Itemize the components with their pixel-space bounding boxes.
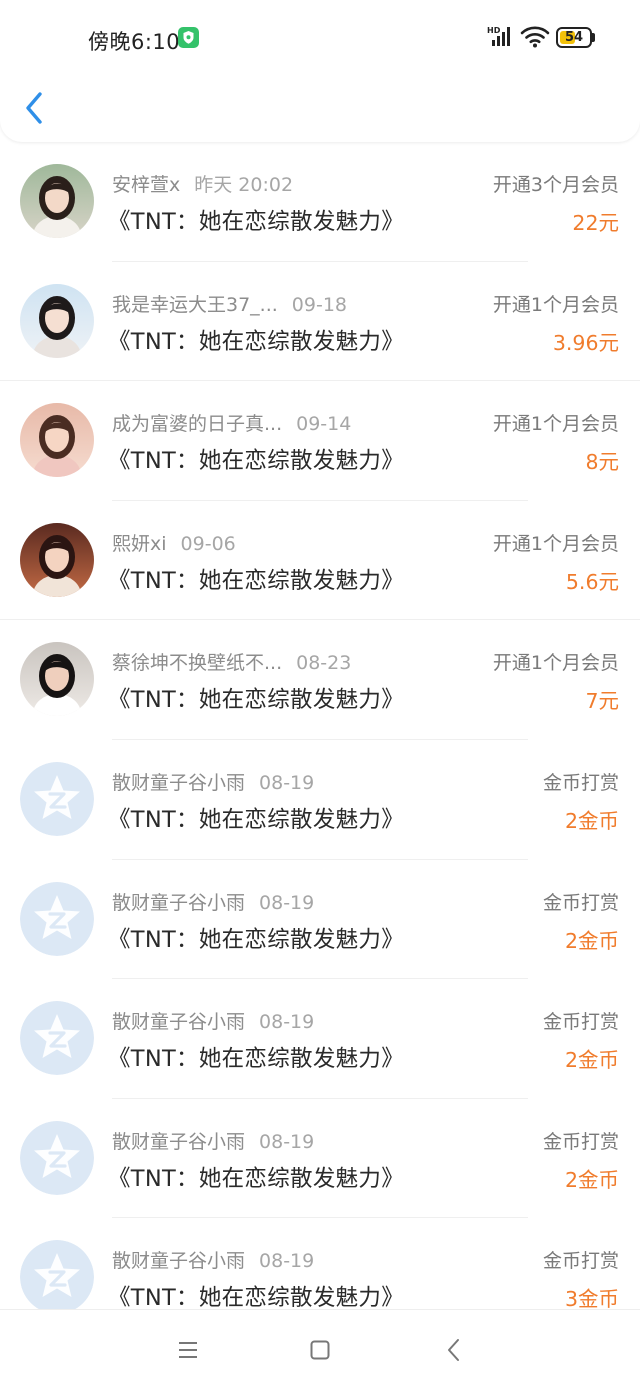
list-item[interactable]: 我是幸运大王37_... 09-18 《TNT：她在恋综散发魅力》 开通1个月会员 3.… <box>0 262 640 382</box>
purchase-amount: 2金币 <box>564 928 619 953</box>
purchase-type: 金币打赏 <box>542 1011 619 1034</box>
battery-tip <box>592 33 595 42</box>
book-title: 《TNT：她在恋综散发魅力》 <box>108 687 405 714</box>
book-title: 《TNT：她在恋综散发魅力》 <box>108 1046 405 1073</box>
user-name: 安梓萱x <box>112 174 181 196</box>
user-name: 散财童子谷小雨 <box>112 1250 246 1273</box>
record-date: 09-06 <box>180 532 236 555</box>
purchase-type: 开通3个月会员 <box>492 174 619 196</box>
record-meta: 我是幸运大王37_... 09-18 <box>112 290 347 317</box>
chevron-left-icon <box>26 92 42 124</box>
record-meta: 散财童子谷小雨 08-19 <box>112 1127 314 1154</box>
user-name: 散财童子谷小雨 <box>112 1011 246 1034</box>
purchase-amount: 7元 <box>585 689 619 714</box>
list-item[interactable]: 熙妍xi 09-06 《TNT：她在恋综散发魅力》 开通1个月会员 5.6元 <box>0 501 640 621</box>
record-date: 昨天 20:02 <box>194 174 294 196</box>
book-title: 《TNT：她在恋综散发魅力》 <box>108 448 405 475</box>
purchase-amount: 3金币 <box>564 1287 619 1312</box>
record-meta: 熙妍xi 09-06 <box>112 529 236 556</box>
default-avatar-icon[interactable] <box>20 1001 94 1076</box>
back-triangle-icon <box>448 1339 459 1361</box>
shield-icon <box>178 27 199 48</box>
record-meta: 安梓萱x 昨天 20:02 <box>112 170 293 197</box>
record-meta: 散财童子谷小雨 08-19 <box>112 1246 314 1273</box>
purchase-amount: 3.96元 <box>552 330 619 355</box>
purchase-record-list: 安梓萱x 昨天 20:02 《TNT：她在恋综散发魅力》 开通3个月会员 22元我是幸运… <box>0 142 640 1338</box>
menu-button[interactable] <box>172 1334 204 1366</box>
system-nav-bar <box>0 1309 640 1388</box>
user-name: 我是幸运大王37_... <box>112 293 278 316</box>
purchase-type: 金币打赏 <box>542 1130 619 1153</box>
record-date: 08-19 <box>259 771 315 794</box>
purchase-amount: 8元 <box>585 450 619 475</box>
user-name: 蔡徐坤不换壁纸不... <box>112 652 283 675</box>
purchase-amount: 2金币 <box>564 1048 619 1073</box>
user-name: 熙妍xi <box>112 532 167 555</box>
top-header: 傍晚6:10 HD 54 <box>0 0 640 142</box>
menu-icon <box>179 1342 197 1358</box>
signal-icon: HD <box>486 24 516 48</box>
book-title: 《TNT：她在恋综散发魅力》 <box>108 806 405 833</box>
record-date: 08-19 <box>259 1130 315 1153</box>
default-avatar-icon[interactable] <box>20 1240 94 1315</box>
network-type-label: HD <box>487 26 501 35</box>
list-item[interactable]: 散财童子谷小雨 08-19 《TNT：她在恋综散发魅力》 金币打赏 2金币 <box>0 740 640 860</box>
status-bar: 傍晚6:10 HD 54 <box>0 0 640 76</box>
list-item[interactable]: 安梓萱x 昨天 20:02 《TNT：她在恋综散发魅力》 开通3个月会员 22元 <box>0 142 640 262</box>
record-date: 09-18 <box>291 293 348 316</box>
purchase-type: 金币打赏 <box>542 891 619 914</box>
record-date: 09-14 <box>296 413 352 436</box>
battery-icon: 54 <box>556 27 592 48</box>
record-meta: 蔡徐坤不换壁纸不... 08-23 <box>112 648 351 675</box>
book-title: 《TNT：她在恋综散发魅力》 <box>108 926 405 953</box>
purchase-amount: 22元 <box>572 211 619 235</box>
default-avatar-icon[interactable] <box>20 1120 94 1195</box>
wifi-icon <box>520 25 550 49</box>
purchase-amount: 2金币 <box>564 808 619 833</box>
purchase-type: 金币打赏 <box>542 1250 619 1273</box>
system-back-button[interactable] <box>438 1334 470 1366</box>
list-item[interactable]: 散财童子谷小雨 08-19 《TNT：她在恋综散发魅力》 金币打赏 2金币 <box>0 1099 640 1219</box>
purchase-type: 开通1个月会员 <box>492 532 619 555</box>
record-meta: 散财童子谷小雨 08-19 <box>112 1007 314 1034</box>
avatar[interactable] <box>20 283 94 358</box>
record-date: 08-19 <box>259 891 315 914</box>
record-date: 08-23 <box>296 652 352 675</box>
status-time: 傍晚6:10 <box>88 30 181 54</box>
purchase-amount: 2金币 <box>564 1167 619 1192</box>
purchase-amount: 5.6元 <box>565 569 619 594</box>
avatar[interactable] <box>20 164 94 238</box>
purchase-type: 开通1个月会员 <box>492 293 619 316</box>
list-item[interactable]: 散财童子谷小雨 08-19 《TNT：她在恋综散发魅力》 金币打赏 2金币 <box>0 860 640 980</box>
book-title: 《TNT：她在恋综散发魅力》 <box>108 209 405 235</box>
avatar[interactable] <box>20 522 94 597</box>
battery-percent: 54 <box>564 30 584 45</box>
back-button[interactable] <box>18 86 54 130</box>
purchase-type: 开通1个月会员 <box>492 652 619 675</box>
user-name: 散财童子谷小雨 <box>112 1130 246 1153</box>
book-title: 《TNT：她在恋综散发魅力》 <box>108 328 405 355</box>
purchase-type: 开通1个月会员 <box>492 413 619 436</box>
record-meta: 散财童子谷小雨 08-19 <box>112 888 314 915</box>
user-name: 成为富婆的日子真... <box>112 413 283 436</box>
list-item[interactable]: 成为富婆的日子真... 09-14 《TNT：她在恋综散发魅力》 开通1个月会员 8元 <box>0 381 640 501</box>
default-avatar-icon[interactable] <box>20 761 94 836</box>
user-name: 散财童子谷小雨 <box>112 891 246 914</box>
record-meta: 成为富婆的日子真... 09-14 <box>112 409 351 436</box>
home-square-icon <box>310 1340 330 1360</box>
avatar[interactable] <box>20 642 94 717</box>
list-item[interactable]: 蔡徐坤不换壁纸不... 08-23 《TNT：她在恋综散发魅力》 开通1个月会员 7元 <box>0 620 640 740</box>
book-title: 《TNT：她在恋综散发魅力》 <box>108 1285 405 1312</box>
user-name: 散财童子谷小雨 <box>112 771 246 794</box>
record-meta: 散财童子谷小雨 08-19 <box>112 768 314 795</box>
record-date: 08-19 <box>259 1250 315 1273</box>
default-avatar-icon[interactable] <box>20 881 94 956</box>
book-title: 《TNT：她在恋综散发魅力》 <box>108 1165 405 1192</box>
list-item[interactable]: 散财童子谷小雨 08-19 《TNT：她在恋综散发魅力》 金币打赏 2金币 <box>0 979 640 1099</box>
home-button[interactable] <box>304 1334 336 1366</box>
avatar[interactable] <box>20 403 94 478</box>
purchase-type: 金币打赏 <box>542 771 619 794</box>
book-title: 《TNT：她在恋综散发魅力》 <box>108 567 405 594</box>
record-date: 08-19 <box>259 1011 315 1034</box>
